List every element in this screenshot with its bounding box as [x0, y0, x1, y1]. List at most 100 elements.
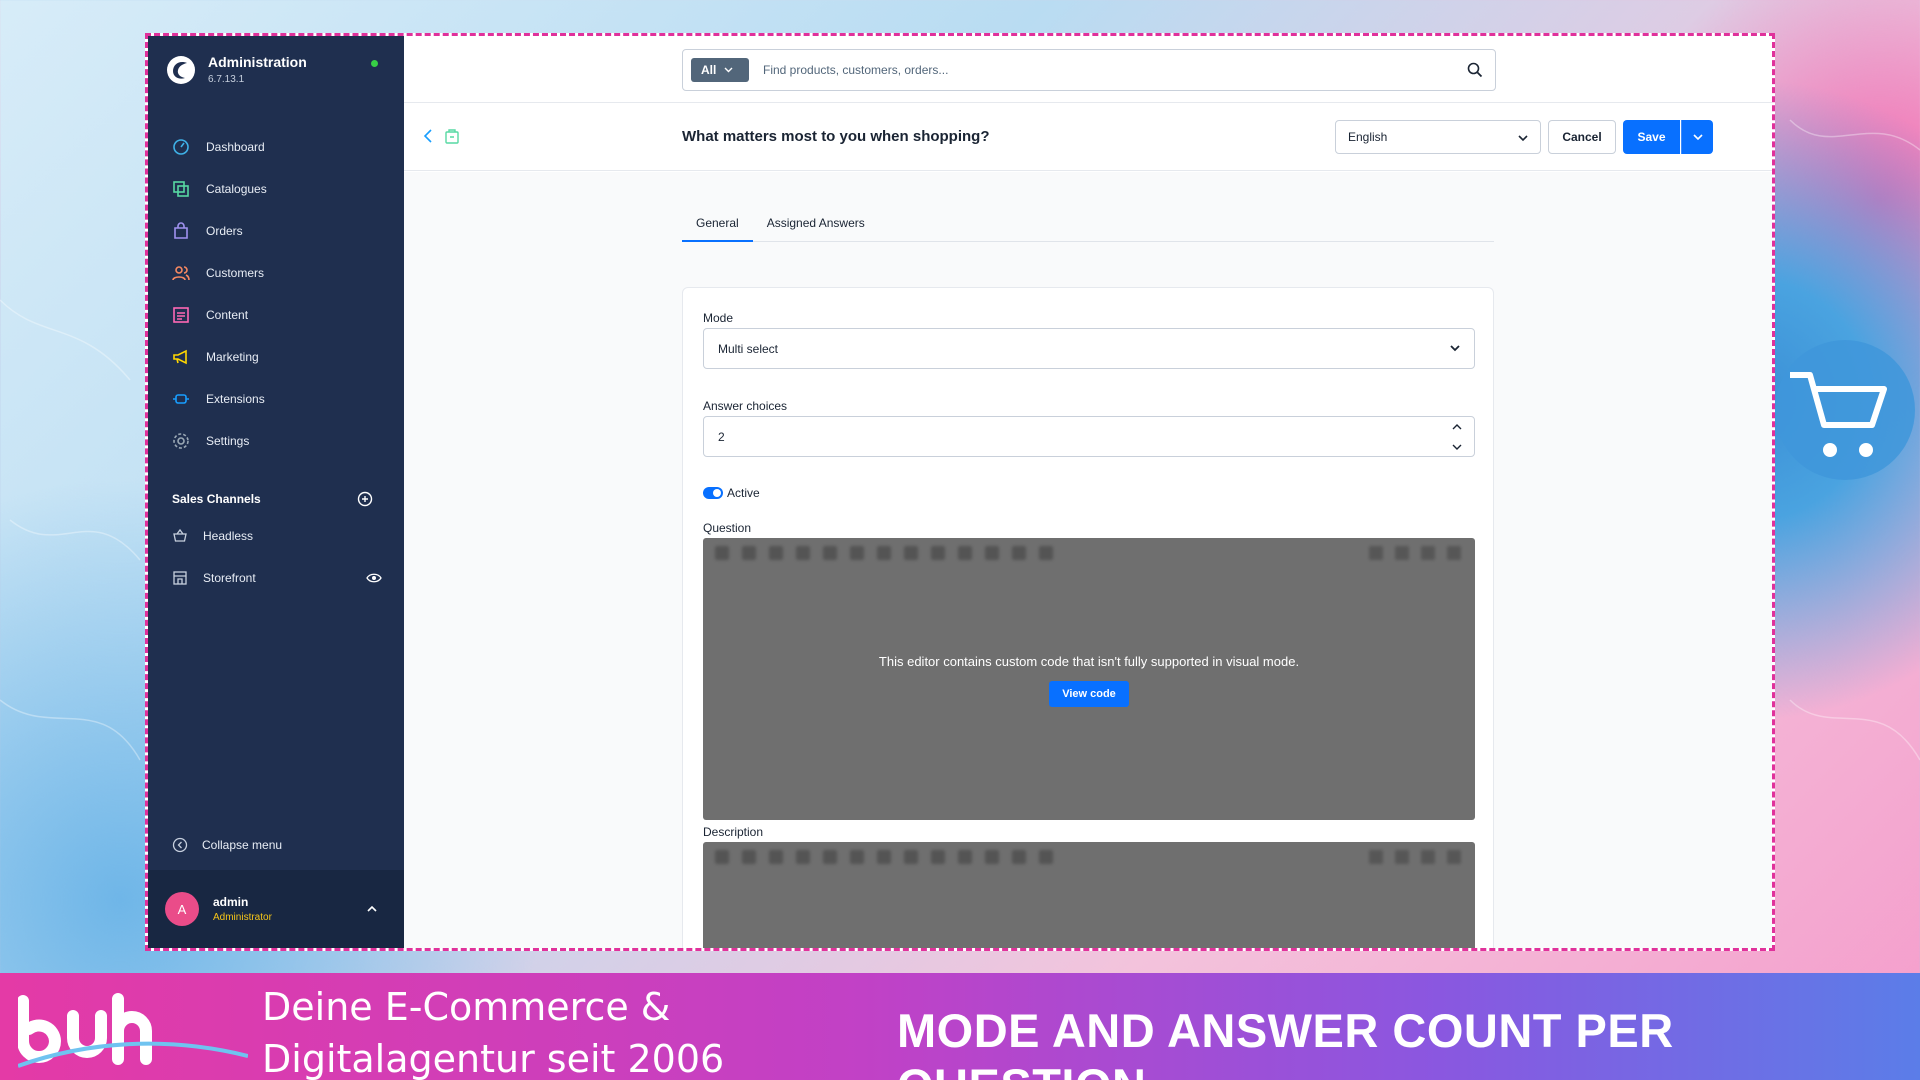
chevron-down-icon	[1450, 345, 1460, 352]
smart-bar: What matters most to you when shopping? …	[404, 103, 1772, 171]
chevron-down-icon	[1518, 135, 1528, 142]
nav-item-marketing[interactable]: Marketing	[148, 336, 404, 378]
back-arrow-icon[interactable]	[422, 128, 434, 144]
main-nav: Dashboard Catalogues Orders Customers Co…	[148, 126, 404, 462]
dashboard-icon	[173, 139, 189, 155]
top-bar: All	[404, 36, 1772, 103]
tab-general[interactable]: General	[682, 214, 753, 242]
nav-label: Marketing	[206, 350, 259, 364]
settings-icon	[173, 433, 189, 449]
collapse-menu-button[interactable]: Collapse menu	[172, 837, 282, 853]
answer-choices-input[interactable]: 2	[703, 416, 1475, 457]
eye-icon[interactable]	[366, 570, 382, 586]
active-toggle[interactable]	[703, 487, 723, 499]
user-name: admin	[213, 895, 249, 909]
mode-select[interactable]: Multi select	[703, 328, 1475, 369]
description-editor[interactable]	[703, 842, 1475, 948]
tab-assigned-answers[interactable]: Assigned Answers	[753, 214, 879, 242]
editor-toolbar-right	[1369, 850, 1461, 864]
orders-icon	[174, 222, 188, 239]
nav-item-settings[interactable]: Settings	[148, 420, 404, 462]
nav-label: Dashboard	[206, 140, 265, 154]
shopping-cart-decoration	[1775, 340, 1915, 480]
editor-toolbar-right	[1369, 546, 1461, 560]
answer-choices-label: Answer choices	[703, 399, 788, 413]
brand-version: 6.7.13.1	[208, 74, 245, 85]
footer-tagline: Deine E-Commerce & Digitalagentur seit 2…	[262, 981, 724, 1080]
main-content: General Assigned Answers Mode Multi sele…	[404, 172, 1772, 948]
chevron-up-icon[interactable]	[1452, 423, 1462, 430]
question-card: Mode Multi select Answer choices 2 Activ…	[682, 287, 1494, 948]
nav-label: Settings	[206, 434, 250, 448]
active-label: Active	[727, 486, 760, 500]
chevron-down-icon	[724, 67, 733, 73]
search-icon[interactable]	[1467, 62, 1483, 78]
document-icon	[445, 129, 459, 144]
admin-window: Administration 6.7.13.1 Dashboard Catalo…	[145, 33, 1775, 951]
buhl-logo-icon	[18, 993, 248, 1068]
footer-headline: MODE AND ANSWER COUNT PER QUESTION	[897, 1004, 1674, 1080]
nav-label: Customers	[206, 266, 265, 280]
sales-channel-storefront[interactable]: Storefront	[172, 570, 382, 586]
user-role: Administrator	[213, 912, 272, 923]
sidebar: Administration 6.7.13.1 Dashboard Catalo…	[148, 36, 404, 948]
save-button[interactable]: Save	[1623, 120, 1680, 154]
brand-title: Administration	[208, 54, 307, 70]
search-type-label: All	[701, 63, 717, 77]
chevron-up-icon[interactable]	[366, 904, 378, 914]
content-icon	[173, 307, 189, 323]
editor-toolbar	[715, 546, 1053, 560]
view-code-button[interactable]: View code	[1049, 681, 1129, 707]
question-label: Question	[703, 521, 752, 535]
tagline-line-2: Digitalagentur seit 2006	[262, 1037, 725, 1080]
mode-value: Multi select	[718, 341, 779, 356]
sales-channels-title: Sales Channels	[172, 492, 261, 506]
basket-icon	[173, 528, 187, 542]
sales-channel-label: Storefront	[203, 571, 256, 585]
editor-toolbar	[715, 850, 1053, 864]
marketing-icon	[173, 349, 187, 365]
avatar: A	[165, 892, 199, 926]
nav-item-dashboard[interactable]: Dashboard	[148, 126, 404, 168]
nav-label: Content	[206, 308, 249, 322]
language-select[interactable]: English	[1335, 120, 1541, 154]
user-menu[interactable]: A admin Administrator	[148, 870, 404, 948]
search-type-select[interactable]: All	[691, 58, 749, 82]
active-toggle-row: Active	[703, 486, 760, 500]
chevron-down-icon[interactable]	[1452, 444, 1462, 451]
save-options-button[interactable]	[1681, 120, 1713, 154]
nav-label: Extensions	[206, 392, 265, 406]
collapse-icon	[172, 837, 188, 853]
tagline-line-1: Deine E-Commerce &	[262, 985, 671, 1029]
storefront-icon	[173, 571, 187, 585]
tabs: General Assigned Answers	[682, 214, 1494, 242]
nav-item-content[interactable]: Content	[148, 294, 404, 336]
extensions-icon	[173, 394, 189, 404]
answer-choices-value: 2	[718, 429, 725, 444]
nav-item-customers[interactable]: Customers	[148, 252, 404, 294]
global-search: All	[682, 49, 1496, 91]
customers-icon	[172, 266, 190, 281]
description-label: Description	[703, 825, 764, 839]
nav-item-catalogues[interactable]: Catalogues	[148, 168, 404, 210]
nav-item-extensions[interactable]: Extensions	[148, 378, 404, 420]
editor-unsupported-message: This editor contains custom code that is…	[878, 654, 1300, 669]
shopware-logo-icon	[167, 55, 195, 84]
promo-banner: Deine E-Commerce & Digitalagentur seit 2…	[0, 973, 1920, 1080]
catalogues-icon	[173, 181, 189, 197]
collapse-label: Collapse menu	[202, 838, 283, 852]
page-title: What matters most to you when shopping?	[682, 128, 990, 145]
sales-channel-headless[interactable]: Headless	[172, 528, 382, 544]
add-sales-channel-icon[interactable]	[357, 491, 373, 507]
language-value: English	[1348, 130, 1388, 144]
chevron-down-icon	[1692, 133, 1703, 140]
nav-label: Catalogues	[206, 182, 267, 196]
search-input[interactable]	[763, 63, 1443, 77]
question-editor[interactable]: This editor contains custom code that is…	[703, 538, 1475, 820]
mode-label: Mode	[703, 311, 734, 325]
brand[interactable]: Administration 6.7.13.1	[166, 54, 307, 85]
number-stepper[interactable]	[1452, 423, 1462, 451]
sales-channel-label: Headless	[203, 529, 254, 543]
cancel-button[interactable]: Cancel	[1548, 120, 1616, 154]
nav-item-orders[interactable]: Orders	[148, 210, 404, 252]
